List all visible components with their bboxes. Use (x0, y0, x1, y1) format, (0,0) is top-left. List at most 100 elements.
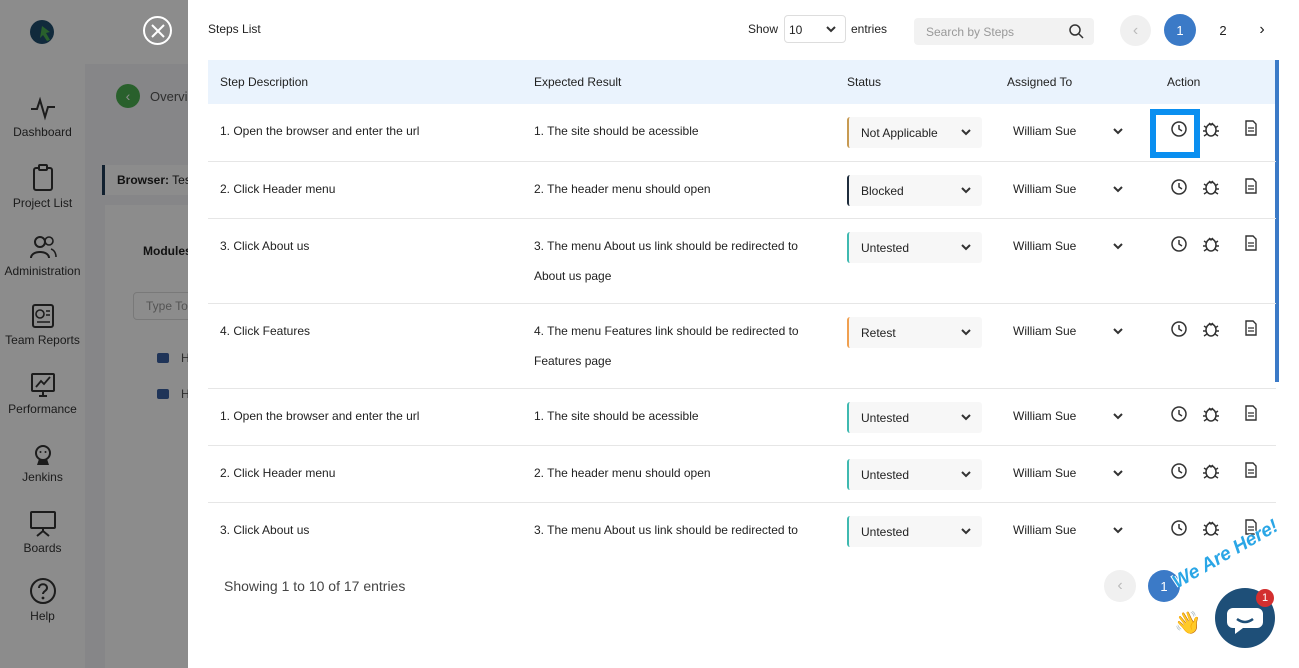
column-header-status[interactable]: Status (847, 75, 881, 89)
pagination-page-2[interactable]: 2 (1213, 14, 1233, 46)
table-row: 2. Click Header menu 2. The header menu … (208, 446, 1276, 503)
entries-select[interactable]: 10 (784, 15, 846, 43)
chevron-down-icon (961, 129, 971, 136)
document-icon[interactable] (1244, 235, 1258, 251)
timer-icon[interactable] (1170, 462, 1188, 480)
chevron-down-icon[interactable] (1112, 525, 1124, 535)
column-header-assigned-to[interactable]: Assigned To (1007, 75, 1072, 89)
search-placeholder: Search by Steps (926, 25, 1015, 39)
status-select[interactable]: Not Applicable (847, 117, 982, 148)
column-header-action: Action (1167, 75, 1201, 89)
assigned-to[interactable]: William Sue (1013, 182, 1076, 196)
timer-icon[interactable] (1170, 405, 1188, 423)
expected-result: 1. The site should be acessible (534, 124, 699, 138)
chevron-down-icon (961, 414, 971, 421)
assigned-to[interactable]: William Sue (1013, 239, 1076, 253)
assigned-to[interactable]: William Sue (1013, 124, 1076, 138)
expected-result: 1. The site should be acessible (534, 409, 699, 423)
step-description: 2. Click Header menu (220, 466, 336, 480)
chevron-down-icon (961, 187, 971, 194)
assigned-to[interactable]: William Sue (1013, 409, 1076, 423)
column-header-step-description[interactable]: Step Description (220, 75, 308, 89)
modal-title: Steps List (208, 22, 261, 36)
status-value: Untested (861, 525, 910, 539)
table-row: 4. Click Features 4. The menu Features l… (208, 304, 1276, 389)
status-select[interactable]: Untested (847, 516, 982, 547)
bug-icon[interactable] (1201, 178, 1221, 196)
chevron-down-icon[interactable] (1112, 241, 1124, 251)
chevron-down-icon (961, 329, 971, 336)
timer-icon[interactable] (1170, 178, 1188, 196)
show-label: Show (748, 22, 779, 36)
chevron-down-icon (961, 528, 971, 535)
document-icon[interactable] (1244, 462, 1258, 478)
status-select[interactable]: Untested (847, 402, 982, 433)
step-description: 1. Open the browser and enter the url (220, 124, 420, 138)
table-row: 1. Open the browser and enter the url 1.… (208, 104, 1276, 162)
chevron-down-icon[interactable] (1112, 126, 1124, 136)
bug-icon[interactable] (1201, 462, 1221, 480)
bug-icon[interactable] (1201, 120, 1221, 138)
status-value: Untested (861, 241, 910, 255)
chevron-down-icon (961, 471, 971, 478)
pagination-page-1[interactable]: 1 (1164, 14, 1196, 46)
status-value: Not Applicable (861, 126, 938, 140)
column-header-expected-result[interactable]: Expected Result (534, 75, 621, 89)
step-description: 4. Click Features (220, 324, 311, 338)
status-select[interactable]: Untested (847, 459, 982, 490)
close-modal-button[interactable] (143, 16, 172, 45)
expected-result: 3. The menu About us link should be redi… (534, 239, 798, 283)
timer-icon[interactable] (1170, 519, 1188, 537)
table-row: 3. Click About us 3. The menu About us l… (208, 503, 1276, 558)
table-header: Step Description Expected Result Status … (208, 60, 1276, 104)
document-icon[interactable] (1244, 120, 1258, 136)
status-value: Untested (861, 411, 910, 425)
step-description: 2. Click Header menu (220, 182, 336, 196)
pagination-prev-button[interactable]: ‹ (1120, 15, 1151, 46)
document-icon[interactable] (1244, 178, 1258, 194)
entries-select-value: 10 (789, 23, 803, 37)
bug-icon[interactable] (1201, 519, 1221, 537)
status-value: Untested (861, 468, 910, 482)
highlight-box (1150, 109, 1200, 158)
entries-label: entries (851, 22, 888, 36)
assigned-to[interactable]: William Sue (1013, 324, 1076, 338)
close-icon (150, 23, 165, 38)
assigned-to[interactable]: William Sue (1013, 523, 1076, 537)
expected-result: 4. The menu Features link should be redi… (534, 324, 799, 368)
expected-result: 2. The header menu should open (534, 466, 711, 480)
footer-pagination-prev-button[interactable]: ‹ (1104, 570, 1136, 602)
bug-icon[interactable] (1201, 235, 1221, 253)
bug-icon[interactable] (1201, 405, 1221, 423)
chevron-down-icon[interactable] (1112, 184, 1124, 194)
status-select[interactable]: Blocked (847, 175, 982, 206)
status-select[interactable]: Untested (847, 232, 982, 263)
timer-icon[interactable] (1170, 320, 1188, 338)
table-row: 1. Open the browser and enter the url 1.… (208, 389, 1276, 446)
table-row: 3. Click About us 3. The menu About us l… (208, 219, 1276, 304)
document-icon[interactable] (1244, 405, 1258, 421)
chevron-down-icon[interactable] (1112, 468, 1124, 478)
status-value: Blocked (861, 184, 904, 198)
table-row: 2. Click Header menu 2. The header menu … (208, 162, 1276, 219)
document-icon[interactable] (1244, 320, 1258, 336)
bug-icon[interactable] (1201, 320, 1221, 338)
pagination-next-button[interactable]: › (1254, 14, 1270, 46)
search-input[interactable]: Search by Steps (914, 18, 1094, 45)
chevron-down-icon (826, 26, 836, 33)
assigned-to[interactable]: William Sue (1013, 466, 1076, 480)
expected-result: 3. The menu About us link should be redi… (534, 523, 798, 537)
chat-notification-badge: 1 (1256, 589, 1274, 607)
steps-list-modal: Steps List Show 10 entries Search by Ste… (188, 0, 1299, 668)
chevron-down-icon[interactable] (1112, 411, 1124, 421)
step-description: 3. Click About us (220, 523, 310, 537)
step-description: 1. Open the browser and enter the url (220, 409, 420, 423)
waving-hand-icon: 👋 (1174, 610, 1202, 635)
search-icon[interactable] (1069, 24, 1084, 39)
chevron-down-icon (961, 244, 971, 251)
status-select[interactable]: Retest (847, 317, 982, 348)
timer-icon[interactable] (1170, 235, 1188, 253)
expected-result: 2. The header menu should open (534, 182, 711, 196)
table-info: Showing 1 to 10 of 17 entries (224, 578, 406, 594)
chevron-down-icon[interactable] (1112, 326, 1124, 336)
